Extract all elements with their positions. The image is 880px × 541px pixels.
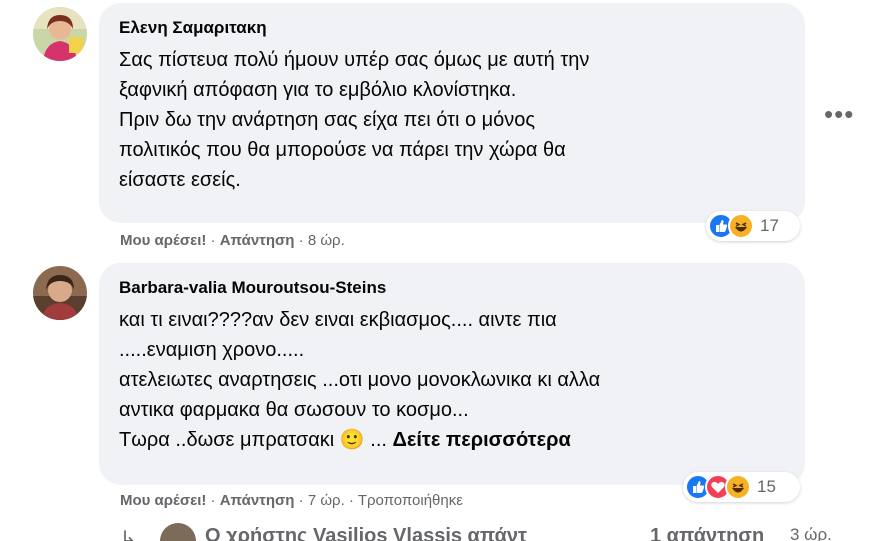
reaction-count: 17 — [760, 216, 779, 235]
reply-button[interactable]: Απάντηση — [220, 492, 295, 509]
see-more-link[interactable]: Δείτε περισσότερα — [393, 429, 571, 451]
replies-count[interactable]: 1 απάντηση — [650, 525, 764, 541]
avatar[interactable] — [33, 266, 87, 320]
comment-text-line-last: Τωρα ..δωσε μπρατσακι 🙂 ... Δείτε περισσ… — [119, 425, 785, 455]
reaction-count: 15 — [757, 477, 776, 496]
haha-icon — [728, 213, 754, 239]
comment-text-line: πολιτικός που θα μπορούσε να πάρει την χ… — [119, 139, 566, 161]
comment-author[interactable]: Barbara-valia Mouroutsou-Steins — [119, 277, 785, 299]
reply-avatar — [160, 523, 196, 541]
comment-text-line: .....εναμιση χρονο..... — [119, 339, 305, 361]
comment-text-line: Σας πίστευα πολύ ήμουν υπέρ σας όμως με … — [119, 49, 590, 71]
edited-label: Τροποποιήθηκε — [357, 492, 463, 509]
separator-dot: · — [210, 232, 220, 249]
comment-bubble: Barbara-valia Mouroutsou-Steins και τι ε… — [99, 263, 805, 485]
emoji-slightly-smiling: 🙂 — [339, 429, 365, 451]
comment-text-line: ξαφνική απόφαση για το εμβόλιο κλονίστηκ… — [119, 79, 517, 101]
comment-text-line: ατελειωτες αναρτησεις ...οτι μονο μονοκλ… — [119, 369, 601, 391]
reaction-summary[interactable]: 15 — [683, 472, 800, 502]
timestamp[interactable]: 7 ώρ. — [308, 492, 345, 509]
reply-arrow-icon: ↳ — [120, 528, 137, 541]
comment-actions: Μου αρέσει! · Απάντηση · 7 ώρ. · Τροποπο… — [120, 492, 463, 509]
more-options-icon[interactable]: ••• — [824, 101, 854, 127]
separator-dot: · — [210, 492, 220, 509]
comment-text-line: Πριν δω την ανάρτηση σας είχα πει ότι ο … — [119, 109, 536, 131]
replies-row[interactable]: ↳ Ο χρήστης Vasilios Vlassis απάντ 1 απά… — [0, 520, 880, 541]
comment-text-line: είσαστε εσείς. — [119, 169, 241, 191]
reaction-summary[interactable]: 17 — [706, 211, 800, 241]
comment-text: Τωρα ..δωσε μπρατσακι — [119, 429, 335, 451]
comment-author[interactable]: Ελενη Σαμαριτακη — [119, 17, 785, 39]
timestamp[interactable]: 8 ώρ. — [308, 232, 345, 249]
replies-text[interactable]: Ο χρήστης Vasilios Vlassis απάντ — [205, 525, 527, 541]
comment-actions: Μου αρέσει! · Απάντηση · 8 ώρ. — [120, 232, 345, 249]
separator-dot: · — [348, 492, 358, 509]
comment-text-line: και τι ειναι????αν δεν ειναι εκβιασμος..… — [119, 309, 557, 331]
haha-icon — [725, 474, 751, 500]
comment-bubble: Ελενη Σαμαριτακη Σας πίστευα πολύ ήμουν … — [99, 3, 805, 223]
like-button[interactable]: Μου αρέσει! — [120, 492, 206, 509]
separator-dot: · — [298, 492, 308, 509]
reply-button[interactable]: Απάντηση — [220, 232, 295, 249]
replies-time: 3 ώρ. — [790, 525, 832, 541]
comment-text-line: αντικα φαρμακα θα σωσουν το κοσμο... — [119, 399, 469, 421]
separator-dot: · — [298, 232, 308, 249]
ellipsis: ... — [370, 429, 387, 451]
like-button[interactable]: Μου αρέσει! — [120, 232, 206, 249]
avatar[interactable] — [33, 7, 87, 61]
